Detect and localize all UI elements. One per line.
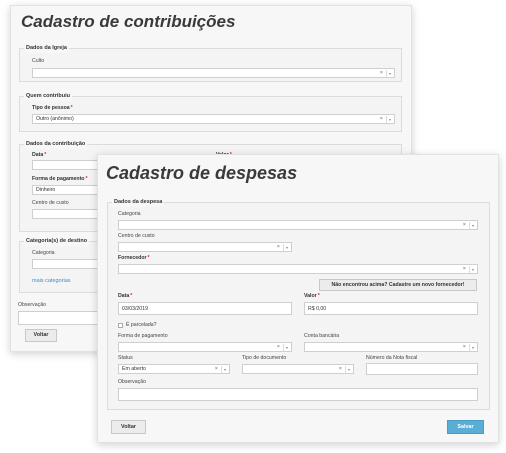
tipo-pessoa-value: Outro (anônimo) — [36, 116, 74, 122]
chevron-down-icon[interactable]: ▾ — [386, 70, 393, 77]
forma-pagamento-label: Forma de pagamento — [118, 333, 168, 339]
forma-pagamento-select[interactable]: × ▾ — [118, 342, 292, 352]
centro-custo-select[interactable]: × ▾ — [118, 242, 292, 252]
tipo-documento-select[interactable]: × ▾ — [242, 364, 354, 374]
centro-custo-label: Centro de custo — [32, 200, 69, 206]
nota-fiscal-label: Número da Nota fiscal — [366, 355, 418, 361]
nota-fiscal-input[interactable] — [366, 363, 478, 375]
data-text: Data — [118, 293, 130, 299]
voltar-button[interactable]: Voltar — [25, 329, 57, 342]
tipo-pessoa-text: Tipo de pessoa — [32, 105, 70, 111]
chevron-down-icon[interactable]: ▾ — [469, 222, 476, 229]
required-mark: * — [317, 293, 320, 299]
chevron-down-icon[interactable]: ▾ — [469, 266, 476, 273]
valor-text: Valor — [304, 293, 317, 299]
required-mark: * — [85, 176, 88, 182]
forma-pagamento-label: Forma de pagamento* — [32, 176, 88, 182]
legend-quem-contribuiu: Quem contribuiu — [24, 92, 72, 101]
legend-dados-igreja: Dados da Igreja — [24, 44, 69, 53]
clear-icon[interactable]: × — [339, 365, 342, 373]
salvar-button[interactable]: Salvar — [447, 420, 484, 434]
chevron-down-icon[interactable]: ▾ — [283, 244, 290, 251]
valor-label: Valor* — [304, 293, 320, 299]
categoria-select[interactable]: × ▾ — [118, 220, 478, 230]
observacao-label: Observação — [18, 302, 46, 308]
forma-pagamento-text: Forma de pagamento — [32, 176, 85, 182]
parcelada-checkbox[interactable] — [118, 323, 123, 328]
centro-custo-label: Centro de custo — [118, 233, 155, 239]
legend-dados-despesa: Dados da despesa — [112, 198, 165, 207]
categoria-label: Categoria — [32, 250, 55, 256]
fieldset-dados-despesa: Dados da despesa Categoria × ▾ Centro de… — [107, 198, 490, 410]
observacao-label: Observação — [118, 379, 146, 385]
fieldset-quem-contribuiu: Quem contribuiu Tipo de pessoa* Outro (a… — [19, 92, 402, 132]
legend-dados-contribuicao: Dados da contribuição — [24, 140, 88, 149]
data-label: Data* — [118, 293, 132, 299]
observacao-input[interactable] — [118, 388, 478, 401]
fornecedor-select[interactable]: × ▾ — [118, 264, 478, 274]
required-mark: * — [147, 255, 150, 261]
data-value: 03/03/2019 — [122, 306, 148, 312]
forma-pagamento-value: Dinheiro — [36, 187, 56, 193]
legend-categoria-destino: Categoria(s) de destino — [24, 237, 90, 246]
parcelada-label: É parcelada? — [126, 322, 157, 328]
clear-icon[interactable]: × — [277, 243, 280, 251]
voltar-button[interactable]: Voltar — [111, 420, 146, 434]
categoria-label: Categoria — [118, 211, 141, 217]
despesas-title: Cadastro de despesas — [106, 163, 298, 183]
observacao-input[interactable] — [18, 311, 98, 325]
chevron-down-icon[interactable]: ▾ — [345, 366, 352, 373]
fieldset-dados-igreja: Dados da Igreja Culto × ▾ — [19, 44, 402, 82]
fornecedor-label: Fornecedor* — [118, 255, 150, 261]
mais-categorias-link[interactable]: mais categorias — [32, 278, 71, 284]
forma-pagamento-select[interactable]: Dinheiro — [32, 185, 102, 195]
data-text: Data — [32, 152, 44, 158]
chevron-down-icon[interactable]: ▾ — [386, 116, 393, 123]
required-mark: * — [44, 152, 47, 158]
required-mark: * — [70, 105, 73, 111]
valor-value: R$ 0,00 — [308, 306, 327, 312]
valor-input[interactable]: R$ 0,00 — [304, 302, 478, 315]
status-value: Em aberto — [122, 366, 146, 372]
status-label: Status — [118, 355, 133, 361]
chevron-down-icon[interactable]: ▾ — [221, 366, 228, 373]
clear-icon[interactable]: × — [277, 343, 280, 351]
culto-label: Culto — [32, 58, 45, 64]
clear-icon[interactable]: × — [380, 69, 383, 77]
tipo-pessoa-select[interactable]: Outro (anônimo) × ▾ — [32, 114, 395, 124]
clear-icon[interactable]: × — [463, 343, 466, 351]
required-mark: * — [130, 293, 133, 299]
conta-bancaria-select[interactable]: × ▾ — [304, 342, 478, 352]
novo-fornecedor-button[interactable]: Não encontrou acima? Cadastre um novo fo… — [319, 279, 477, 291]
conta-bancaria-label: Conta bancária — [304, 333, 340, 339]
clear-icon[interactable]: × — [215, 365, 218, 373]
chevron-down-icon[interactable]: ▾ — [469, 344, 476, 351]
status-select[interactable]: Em aberto × ▾ — [118, 364, 230, 374]
despesas-form: Cadastro de despesas Dados da despesa Ca… — [97, 154, 499, 443]
tipo-pessoa-label: Tipo de pessoa* — [32, 105, 73, 111]
categoria-select[interactable] — [32, 259, 102, 269]
clear-icon[interactable]: × — [380, 115, 383, 123]
fornecedor-text: Fornecedor — [118, 255, 147, 261]
clear-icon[interactable]: × — [463, 265, 466, 273]
contribuicoes-title: Cadastro de contribuições — [21, 12, 236, 31]
data-input[interactable]: 03/03/2019 — [118, 302, 292, 315]
tipo-documento-label: Tipo de documento — [242, 355, 287, 361]
culto-select[interactable]: × ▾ — [32, 68, 395, 78]
centro-custo-select[interactable] — [32, 209, 102, 219]
clear-icon[interactable]: × — [463, 221, 466, 229]
data-label: Data* — [32, 152, 46, 158]
chevron-down-icon[interactable]: ▾ — [283, 344, 290, 351]
